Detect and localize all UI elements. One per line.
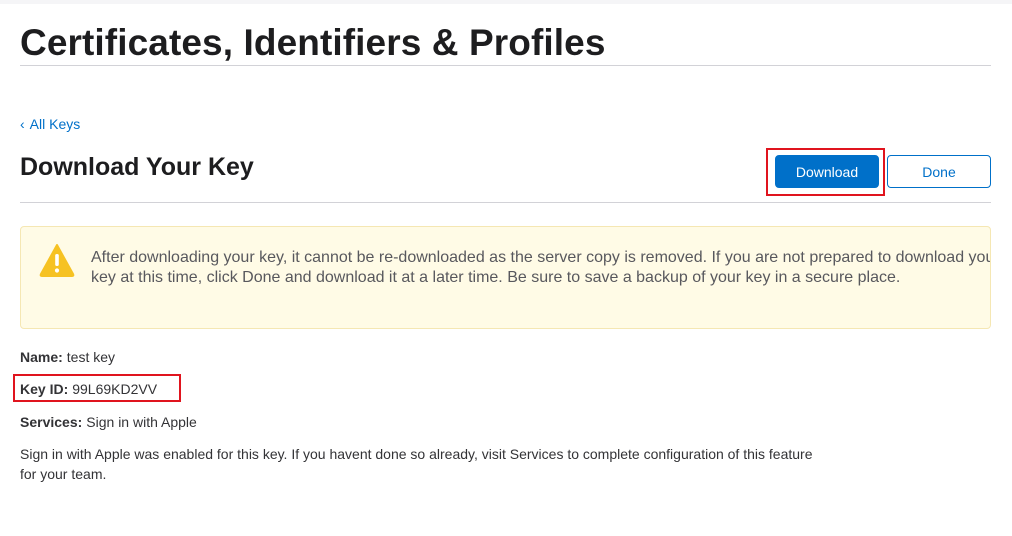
key-services-value: Sign in with Apple (86, 414, 197, 430)
all-keys-link[interactable]: ‹ All Keys (20, 115, 80, 133)
warning-message: After downloading your key, it cannot be… (91, 249, 991, 286)
top-strip (0, 0, 1012, 4)
page-title: Certificates, Identifiers & Profiles (20, 22, 606, 63)
chevron-left-icon: ‹ (20, 116, 25, 132)
page: Certificates, Identifiers & Profiles ‹ Al… (0, 0, 1012, 536)
key-name-label: Name: (20, 349, 63, 365)
section-title: Download Your Key (20, 153, 254, 181)
key-name-value: test key (66, 349, 116, 365)
download-button[interactable]: Download (775, 155, 879, 188)
warning-banner: After downloading your key, it cannot be… (20, 226, 991, 329)
key-services-row: Services: Sign in with Apple (20, 413, 197, 431)
title-divider (20, 65, 991, 66)
key-id-highlight-box (13, 374, 181, 402)
section-divider (20, 202, 991, 203)
services-info-text: Sign in with Apple was enabled for this … (20, 446, 813, 482)
done-button[interactable]: Done (887, 155, 991, 188)
key-name-row: Name: test key (20, 348, 115, 366)
warning-triangle-icon (39, 244, 75, 277)
key-services-label: Services: (20, 414, 83, 430)
all-keys-label: All Keys (29, 116, 81, 132)
